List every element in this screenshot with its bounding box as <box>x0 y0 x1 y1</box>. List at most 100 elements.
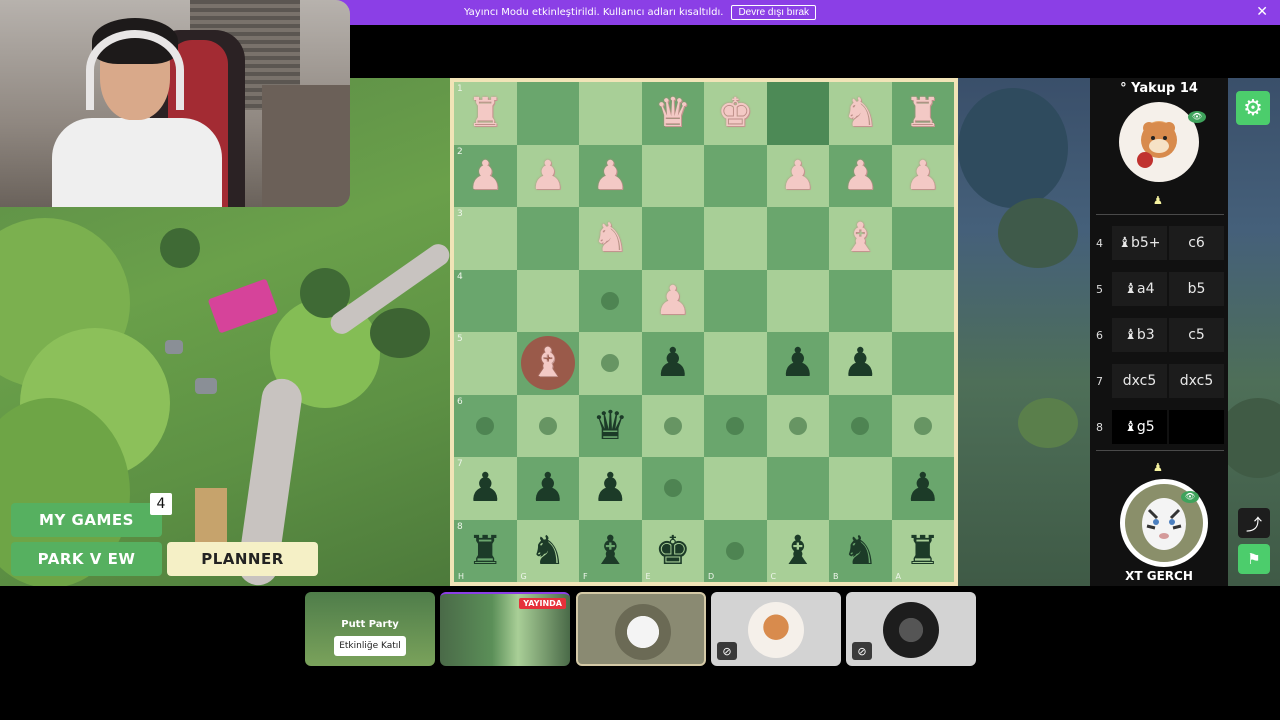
legal-move-dot[interactable] <box>663 416 682 435</box>
board-square[interactable]: ♟ <box>891 144 954 207</box>
board-square[interactable]: 6 <box>454 394 517 457</box>
board-square[interactable]: ♟ <box>641 332 704 395</box>
board-square[interactable]: ♟ <box>766 144 829 207</box>
black-pawn-icon[interactable]: ♟ <box>530 468 566 508</box>
board-square[interactable] <box>829 269 892 332</box>
black-king-icon[interactable]: ♚ <box>655 531 691 571</box>
legal-move-dot[interactable] <box>601 354 620 373</box>
share-button[interactable]: ⤴ <box>1238 508 1270 538</box>
board-square[interactable]: ♚ <box>704 82 767 145</box>
board-square[interactable] <box>766 207 829 270</box>
board-square[interactable]: ♛ <box>641 82 704 145</box>
settings-button[interactable]: ⚙ <box>1236 91 1270 125</box>
board-square[interactable] <box>641 457 704 520</box>
board-square[interactable] <box>641 207 704 270</box>
participant-tile-hamster[interactable]: ⊘ <box>711 592 841 666</box>
white-pawn-icon[interactable]: ♟ <box>905 156 941 196</box>
board-square[interactable] <box>704 394 767 457</box>
board-square[interactable] <box>516 394 579 457</box>
board-square[interactable]: E ♚ <box>641 519 704 582</box>
board-square[interactable] <box>766 457 829 520</box>
opponent-avatar[interactable] <box>1119 102 1199 182</box>
black-pawn-icon[interactable]: ♟ <box>780 343 816 383</box>
board-square[interactable] <box>704 207 767 270</box>
board-square[interactable]: G ♞ <box>516 519 579 582</box>
stream-preview-tile[interactable]: YAYINDA <box>440 592 570 666</box>
white-move[interactable]: ♝b5+ <box>1112 226 1167 260</box>
board-square[interactable] <box>766 394 829 457</box>
black-move[interactable]: c6 <box>1169 226 1224 260</box>
board-square[interactable] <box>579 332 642 395</box>
legal-move-dot[interactable] <box>601 291 620 310</box>
board-square[interactable]: ♟ <box>579 457 642 520</box>
black-pawn-icon[interactable]: ♟ <box>842 343 878 383</box>
board-square[interactable]: D <box>704 519 767 582</box>
white-pawn-icon[interactable]: ♟ <box>592 156 628 196</box>
board-square[interactable] <box>579 82 642 145</box>
black-pawn-icon[interactable]: ♟ <box>592 468 628 508</box>
board-square[interactable]: 8 H ♜ <box>454 519 517 582</box>
board-square[interactable] <box>704 269 767 332</box>
board-square[interactable]: 4 <box>454 269 517 332</box>
board-square[interactable]: 7 ♟ <box>454 457 517 520</box>
board-square[interactable]: ♝ <box>829 207 892 270</box>
park-view-button[interactable]: PARK V EW <box>11 542 162 576</box>
white-knight-icon[interactable]: ♞ <box>842 93 878 133</box>
black-bishop-icon[interactable]: ♝ <box>592 531 628 571</box>
board-square[interactable] <box>516 82 579 145</box>
board-square[interactable]: ♟ <box>516 457 579 520</box>
black-knight-icon[interactable]: ♞ <box>842 531 878 571</box>
legal-move-dot[interactable] <box>788 416 807 435</box>
board-square[interactable]: ♝ <box>516 332 579 395</box>
board-square[interactable]: B ♞ <box>829 519 892 582</box>
board-square[interactable] <box>704 457 767 520</box>
board-square[interactable] <box>766 269 829 332</box>
board-square[interactable]: ♞ <box>579 207 642 270</box>
board-square[interactable] <box>891 269 954 332</box>
black-pawn-icon[interactable]: ♟ <box>467 468 503 508</box>
board-square[interactable] <box>516 207 579 270</box>
board-square[interactable] <box>641 144 704 207</box>
white-rook-icon[interactable]: ♜ <box>467 93 503 133</box>
board-square[interactable] <box>766 82 829 145</box>
black-pawn-icon[interactable]: ♟ <box>905 468 941 508</box>
black-move[interactable]: b5 <box>1169 272 1224 306</box>
board-square[interactable]: ♟ <box>579 144 642 207</box>
board-square[interactable] <box>891 332 954 395</box>
board-square[interactable]: ♟ <box>641 269 704 332</box>
white-knight-icon[interactable]: ♞ <box>592 218 628 258</box>
legal-move-dot[interactable] <box>726 416 745 435</box>
white-pawn-icon[interactable]: ♟ <box>467 156 503 196</box>
chess-board[interactable]: 1 ♜ ♛ ♚ ♞ ♜ 2 ♟ ♟ ♟ ♟ ♟ ♟ 3 ♞ ♝ 4 ♟ 5 ♝ ♟ ♟ ♟ 6 ♛ 7 ♟ ♟ ♟ ♟ 8 H ♜ G ♞ F ♝ E ♚ D… <box>450 78 958 586</box>
white-king-icon[interactable]: ♚ <box>717 93 753 133</box>
white-pawn-icon[interactable]: ♟ <box>655 281 691 321</box>
legal-move-dot[interactable] <box>476 416 495 435</box>
chess-grid[interactable]: 1 ♜ ♛ ♚ ♞ ♜ 2 ♟ ♟ ♟ ♟ ♟ ♟ 3 ♞ ♝ 4 ♟ 5 ♝ ♟ ♟ ♟ 6 ♛ 7 ♟ ♟ ♟ ♟ 8 H ♜ G ♞ F ♝ E ♚ D… <box>454 82 954 582</box>
board-square[interactable]: 2 ♟ <box>454 144 517 207</box>
putt-party-tile[interactable]: Putt Party Etkinliğe Katıl <box>305 592 435 666</box>
white-pawn-icon[interactable]: ♟ <box>530 156 566 196</box>
white-rook-icon[interactable]: ♜ <box>905 93 941 133</box>
board-square[interactable] <box>891 394 954 457</box>
board-square[interactable] <box>829 457 892 520</box>
white-move[interactable]: dxc5 <box>1112 364 1167 398</box>
white-bishop-icon[interactable]: ♝ <box>842 218 878 258</box>
black-knight-icon[interactable]: ♞ <box>530 531 566 571</box>
white-move[interactable]: ♝g5 <box>1112 410 1167 444</box>
resign-flag-button[interactable]: ⚑ <box>1238 544 1270 574</box>
black-queen-icon[interactable]: ♛ <box>592 406 628 446</box>
join-activity-button[interactable]: Etkinliğe Katıl <box>334 636 406 656</box>
board-square[interactable]: 3 <box>454 207 517 270</box>
board-square[interactable]: 1 ♜ <box>454 82 517 145</box>
black-move[interactable]: dxc5 <box>1169 364 1224 398</box>
participant-tile-tiger[interactable] <box>576 592 706 666</box>
black-bishop-icon[interactable]: ♝ <box>780 531 816 571</box>
white-bishop-icon[interactable]: ♝ <box>530 343 566 383</box>
board-square[interactable]: ♛ <box>579 394 642 457</box>
white-move[interactable]: ♝b3 <box>1112 318 1167 352</box>
board-square[interactable] <box>829 394 892 457</box>
white-pawn-icon[interactable]: ♟ <box>780 156 816 196</box>
board-square[interactable]: A ♜ <box>891 519 954 582</box>
board-square[interactable]: F ♝ <box>579 519 642 582</box>
participant-tile-anime[interactable]: ⊘ <box>846 592 976 666</box>
